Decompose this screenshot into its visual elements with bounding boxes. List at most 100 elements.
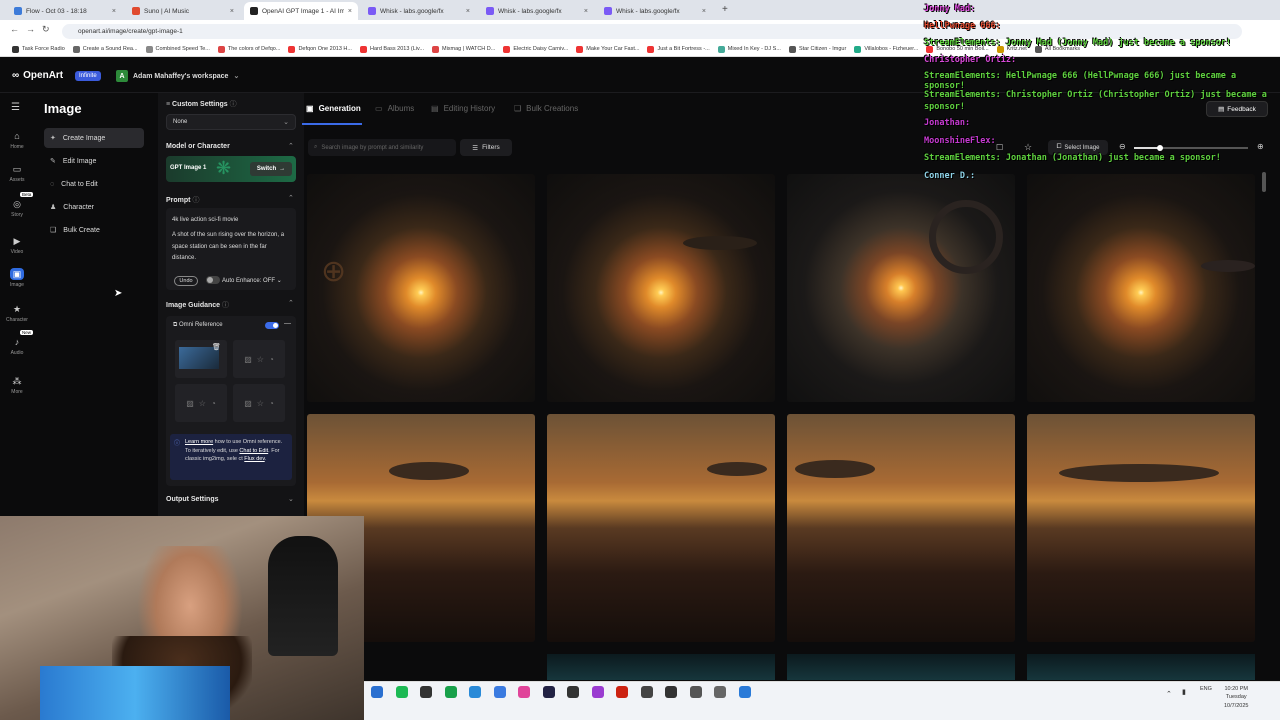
omni-reference-toggle[interactable] — [265, 322, 279, 329]
taskbar-app-icon[interactable] — [665, 686, 677, 698]
bookmark-item[interactable]: Combined Speed Te... — [145, 45, 210, 53]
generated-image[interactable] — [1027, 414, 1255, 642]
rail-item-character[interactable]: ★ Character — [0, 303, 34, 324]
bookmark-item[interactable]: Create a Sound Rea... — [72, 45, 138, 53]
bookmark-item[interactable]: Mixed In Key - DJ S... — [717, 45, 781, 53]
chat-to-edit-link[interactable]: Chat to Edit — [239, 448, 268, 454]
openart-logo[interactable]: ∞ OpenArt — [12, 70, 63, 81]
zoom-slider-track[interactable] — [1134, 147, 1248, 149]
bookmark-item[interactable]: Mixmag | WATCH D... — [431, 45, 495, 53]
rail-item-image[interactable]: ▣ Image — [0, 268, 34, 288]
rail-item-video[interactable]: ▶ Video — [0, 235, 34, 256]
generated-image[interactable] — [547, 654, 775, 680]
bookmark-item[interactable]: Hard Bass 2013 (Liv... — [359, 45, 424, 53]
taskbar-app-icon[interactable] — [395, 686, 408, 698]
learn-more-link[interactable]: Learn more — [185, 439, 213, 445]
menu-item-chat-to-edit[interactable]: ◌ Chat to Edit — [44, 174, 144, 194]
auto-enhance-toggle[interactable] — [206, 276, 220, 284]
bookmark-item[interactable]: Just a Bit Fortress -... — [647, 45, 710, 53]
generated-image[interactable] — [1027, 174, 1255, 402]
taskbar-app-icon[interactable] — [542, 686, 555, 698]
filters-button[interactable]: ☰ Filters — [460, 139, 512, 156]
taskbar-app-icon[interactable] — [616, 686, 628, 698]
taskbar-app-icon[interactable] — [518, 686, 530, 698]
browser-tab[interactable]: Flow - Oct 03 - 18:18 × — [8, 2, 122, 20]
undo-button[interactable]: Undo — [174, 276, 198, 286]
browser-tab[interactable]: Whisk - labs.google/fx × — [598, 2, 712, 20]
tab-bulk-creations[interactable]: ❑ Bulk Creations — [514, 104, 578, 113]
taskbar-app-icon[interactable] — [493, 686, 506, 698]
taskbar-app-icon[interactable] — [444, 686, 457, 698]
search-input[interactable]: ⌕ Search image by prompt and similarity — [308, 139, 456, 156]
chevron-down-icon[interactable]: ⌄ — [288, 495, 294, 503]
hamburger-menu-icon[interactable]: ☰ — [11, 102, 20, 113]
browser-tab[interactable]: Whisk - labs.google/fx × — [480, 2, 594, 20]
chevron-up-icon[interactable]: ⌃ — [1166, 690, 1172, 698]
generated-image[interactable] — [1027, 654, 1255, 680]
rail-item-more[interactable]: ⁂ More — [0, 375, 34, 396]
reference-slot-empty[interactable]: ▨ ☆ ◔ — [175, 384, 227, 422]
info-icon: ⓘ — [192, 197, 200, 204]
generated-image[interactable] — [787, 654, 1015, 680]
workspace-switcher[interactable]: A Adam Mahaffey's workspace ⌄ — [116, 70, 239, 82]
menu-item-edit-image[interactable]: ✎ Edit Image — [44, 151, 144, 171]
tab-albums[interactable]: ▭ Albums — [375, 104, 414, 113]
close-icon[interactable]: × — [112, 8, 116, 15]
close-icon[interactable]: × — [230, 8, 234, 15]
switch-model-button[interactable]: Switch → — [250, 162, 292, 176]
close-icon[interactable]: × — [702, 8, 706, 15]
bookmark-item[interactable]: Task Force Radio — [12, 45, 65, 53]
close-icon[interactable]: × — [348, 8, 352, 15]
close-icon[interactable]: × — [466, 8, 470, 15]
generated-image[interactable] — [787, 414, 1015, 642]
tab-editing-history[interactable]: ▤ Editing History — [431, 104, 495, 113]
rail-item-assets[interactable]: ▭ Assets — [0, 163, 34, 184]
new-tab-icon[interactable]: + — [722, 4, 728, 15]
bookmark-item[interactable]: Electric Daisy Carniv... — [503, 45, 568, 53]
reference-slot-empty[interactable]: ▨ ☆ ◔ — [233, 340, 285, 378]
menu-item-character[interactable]: ♟ Character — [44, 197, 144, 217]
network-icon[interactable]: ▮ — [1182, 688, 1186, 696]
bookmark-item[interactable]: Star Citizen - Imgur — [788, 45, 846, 53]
taskbar-app-icon[interactable] — [714, 686, 726, 698]
menu-item-bulk-create[interactable]: ❑ Bulk Create — [44, 220, 144, 240]
bookmark-item[interactable]: Make Your Car Fast... — [576, 45, 639, 53]
taskbar-app-icon[interactable] — [371, 686, 383, 698]
language-indicator[interactable]: ENG — [1200, 686, 1212, 692]
browser-tab[interactable]: Suno | AI Music × — [126, 2, 240, 20]
forward-icon[interactable]: → — [26, 24, 35, 34]
chevron-up-icon[interactable]: ⌃ — [288, 299, 294, 307]
flux-dev-link[interactable]: Flux dev — [244, 456, 264, 462]
taskbar-app-icon[interactable] — [640, 686, 653, 698]
close-icon[interactable]: × — [584, 8, 588, 15]
browser-tab[interactable]: OpenAI GPT Image 1 - AI Imag... × — [244, 2, 358, 20]
bookmark-item[interactable]: Defqon One 2013 H... — [288, 45, 352, 53]
bookmark-item[interactable]: Villalobos - Fizheuer... — [854, 45, 918, 53]
generated-image[interactable] — [547, 414, 775, 642]
taskbar-app-icon[interactable] — [591, 686, 604, 698]
reload-icon[interactable]: ↻ — [42, 24, 50, 35]
taskbar-app-icon[interactable] — [689, 686, 702, 698]
taskbar-app-icon[interactable] — [567, 686, 579, 698]
generated-image[interactable]: ⊕ — [307, 174, 535, 402]
taskbar-app-icon[interactable] — [420, 686, 432, 698]
rail-item-home[interactable]: ⌂ Home — [0, 130, 34, 150]
reference-slot-empty[interactable]: ▨ ☆ ◔ — [233, 384, 285, 422]
clock[interactable]: 10:20 PM Tuesday 10/7/2025 — [1224, 685, 1248, 710]
generated-image[interactable] — [787, 174, 1015, 402]
trash-icon[interactable]: 🗑 — [212, 343, 221, 351]
minus-icon[interactable]: — — [284, 320, 291, 327]
bookmark-item[interactable]: The colors of Defqo... — [217, 45, 280, 53]
custom-settings-select[interactable]: None ⌄ — [166, 114, 296, 130]
rail-item-audio[interactable]: New ♪ Audio — [0, 330, 34, 356]
taskbar-app-icon[interactable] — [738, 686, 751, 698]
menu-item-create-image[interactable]: ✦ Create Image — [44, 128, 144, 148]
generated-image[interactable] — [547, 174, 775, 402]
tab-generation[interactable]: ▣ Generation — [306, 104, 361, 113]
back-icon[interactable]: ← — [10, 24, 19, 34]
chevron-up-icon[interactable]: ⌃ — [288, 142, 294, 150]
taskbar-app-icon[interactable] — [469, 686, 481, 698]
rail-item-story[interactable]: Beta ◎ Story — [0, 192, 34, 218]
chevron-up-icon[interactable]: ⌃ — [288, 194, 294, 202]
browser-tab[interactable]: Whisk - labs.google/fx × — [362, 2, 476, 20]
